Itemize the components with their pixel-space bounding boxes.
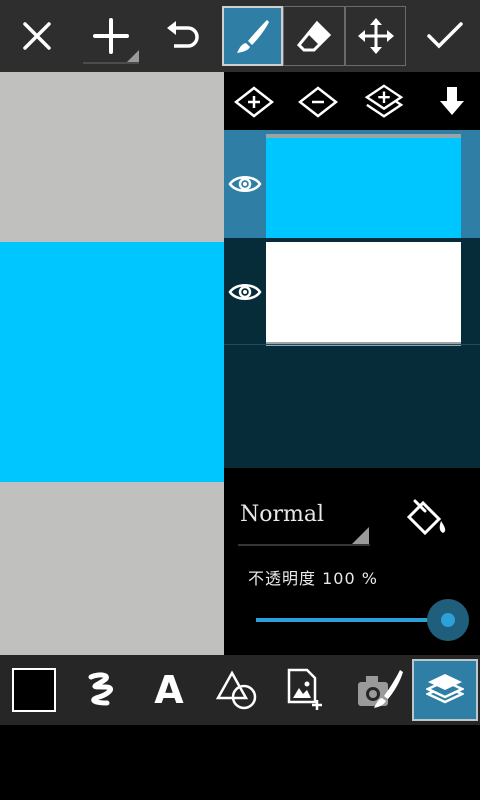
text-tool-button[interactable]: A (138, 659, 200, 721)
layer-1-visibility-toggle[interactable] (224, 130, 266, 238)
add-icon (83, 18, 139, 64)
add-layer-button[interactable] (234, 82, 274, 122)
dropdown-indicator-icon (238, 527, 370, 546)
layer-2-thumbnail (266, 242, 461, 346)
canvas-fill-region (0, 242, 224, 482)
add-layer-icon (234, 86, 274, 118)
add-image-icon (287, 668, 322, 710)
add-image-button[interactable] (274, 659, 336, 721)
merge-down-icon (440, 87, 464, 115)
opacity-label: 不透明度 100 % (248, 569, 378, 588)
brush-icon (236, 20, 269, 53)
bottom-toolbar: A (0, 655, 480, 725)
layer-item-1[interactable] (224, 130, 480, 242)
opacity-slider-handle[interactable] (427, 599, 469, 641)
slider-knob-center (441, 613, 455, 627)
duplicate-layer-icon (364, 84, 404, 118)
remove-layer-button[interactable] (298, 82, 338, 122)
checkmark-icon (427, 22, 463, 49)
layers-button[interactable] (412, 659, 478, 721)
shapes-tool-button[interactable] (206, 659, 268, 721)
blend-mode-select[interactable]: Normal (238, 498, 370, 546)
eraser-icon (296, 20, 332, 52)
add-button[interactable] (80, 6, 142, 66)
opacity-slider-track[interactable] (256, 618, 448, 622)
paint-bucket-icon (406, 499, 446, 536)
layer-divider (224, 344, 480, 345)
move-tool-button[interactable] (345, 6, 406, 66)
layer-list (224, 130, 480, 468)
undo-button[interactable] (152, 6, 214, 66)
brush-tool-button[interactable] (222, 6, 283, 66)
eye-icon (228, 176, 262, 192)
layer-actions-bar (224, 72, 480, 130)
shapes-icon (216, 670, 257, 710)
layer-1-thumbnail (266, 134, 461, 242)
layer-2-visibility-toggle[interactable] (224, 238, 266, 346)
layers-icon (426, 674, 464, 704)
close-button[interactable] (6, 6, 68, 66)
layer-item-2[interactable] (224, 238, 480, 346)
camera-brush-icon (358, 670, 403, 708)
stroke-style-button[interactable] (70, 659, 132, 721)
text-icon: A (154, 668, 184, 712)
confirm-button[interactable] (414, 6, 476, 66)
fill-bucket-button[interactable] (398, 494, 450, 544)
stroke-icon (88, 672, 113, 706)
camera-brush-button[interactable] (348, 659, 410, 721)
undo-icon (167, 21, 199, 48)
top-toolbar (0, 0, 480, 72)
duplicate-layer-button[interactable] (364, 82, 404, 122)
merge-down-button[interactable] (432, 82, 472, 122)
eye-icon (228, 284, 262, 300)
eraser-tool-button[interactable] (283, 6, 345, 66)
color-swatch (12, 668, 56, 712)
move-icon (357, 18, 394, 54)
color-picker-button[interactable] (3, 659, 65, 721)
remove-layer-icon (298, 86, 338, 118)
close-icon (23, 22, 51, 50)
